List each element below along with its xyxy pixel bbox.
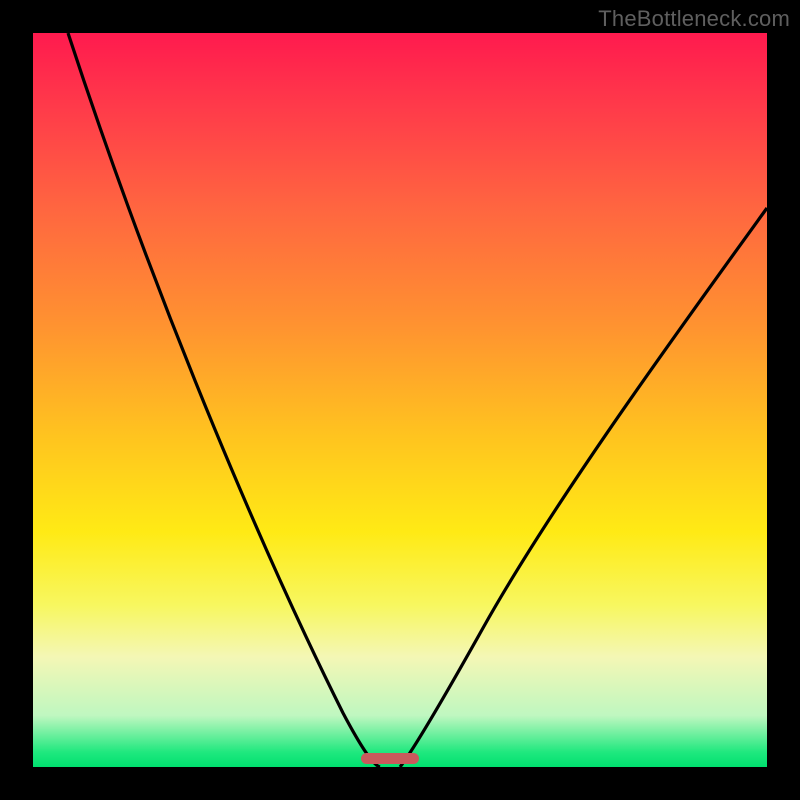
- curve-right-branch: [400, 208, 767, 767]
- watermark-text: TheBottleneck.com: [598, 6, 790, 32]
- chart-frame: TheBottleneck.com: [0, 0, 800, 800]
- plot-area: [33, 33, 767, 767]
- optimal-range-marker: [361, 753, 419, 764]
- curve-left-branch: [68, 33, 380, 767]
- bottleneck-curve: [33, 33, 767, 767]
